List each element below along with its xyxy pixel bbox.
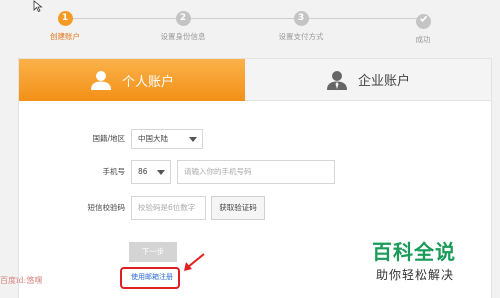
phone-label: 手机号 — [102, 167, 126, 176]
tab-label: 个人账户 — [121, 74, 174, 90]
watermark-baidu-id: 百度id:悠嘿 — [0, 276, 43, 285]
chevron-down-icon — [157, 170, 165, 175]
sms-code-label: 短信校验码 — [87, 203, 126, 212]
step-label: 设置身份信息 — [160, 32, 206, 41]
step-label: 成功 — [415, 35, 431, 44]
email-register-link[interactable]: 使用邮箱注册 — [131, 271, 173, 283]
country-code-select[interactable]: 86 — [131, 160, 171, 184]
business-user-icon — [326, 70, 347, 90]
checkmark-icon — [415, 14, 431, 29]
tab-personal-account[interactable]: 个人账户 — [19, 59, 245, 101]
sms-code-row: 短信校验码 校验码是6位数字 获取验证码 — [19, 196, 491, 220]
phone-input[interactable]: 请输入你的手机号码 — [177, 160, 335, 184]
user-icon — [90, 71, 111, 90]
region-value: 中国大陆 — [138, 134, 168, 143]
region-select[interactable]: 中国大陆 — [131, 129, 203, 149]
step-number: 3 — [293, 11, 309, 26]
region-label: 国籍/地区 — [92, 134, 125, 143]
account-type-tabs: 个人账户 企业账户 — [19, 59, 491, 101]
phone-row: 手机号 86 请输入你的手机号码 — [19, 160, 491, 184]
watermark-brand: 百科全说 助你轻松解决 — [372, 236, 494, 283]
region-row: 国籍/地区 中国大陆 — [19, 127, 491, 151]
next-button[interactable]: 下一步 — [129, 242, 177, 262]
chevron-down-icon — [189, 137, 197, 142]
step-label: 创建账户 — [50, 32, 80, 41]
step-payment-method: 3 设置支付方式 — [256, 11, 346, 42]
step-number: 2 — [175, 11, 191, 26]
step-number: 1 — [57, 11, 73, 26]
tab-label: 企业账户 — [357, 74, 410, 89]
country-code-value: 86 — [138, 167, 148, 176]
watermark-title: 百科全说 — [372, 240, 456, 264]
registration-page: 1 创建账户 2 设置身份信息 3 设置支付方式 成功 个人账户 企业账户 国籍… — [0, 0, 500, 298]
step-identity-info: 2 设置身份信息 — [138, 11, 228, 42]
tab-business-account[interactable]: 企业账户 — [245, 59, 491, 101]
progress-steps: 1 创建账户 2 设置身份信息 3 设置支付方式 成功 — [0, 6, 500, 46]
watermark-subtitle: 助你轻松解决 — [376, 268, 455, 282]
step-create-account: 1 创建账户 — [20, 11, 110, 42]
get-code-button[interactable]: 获取验证码 — [211, 196, 265, 220]
step-label: 设置支付方式 — [278, 32, 324, 41]
sms-code-input[interactable]: 校验码是6位数字 — [131, 196, 206, 220]
step-success: 成功 — [378, 11, 468, 45]
